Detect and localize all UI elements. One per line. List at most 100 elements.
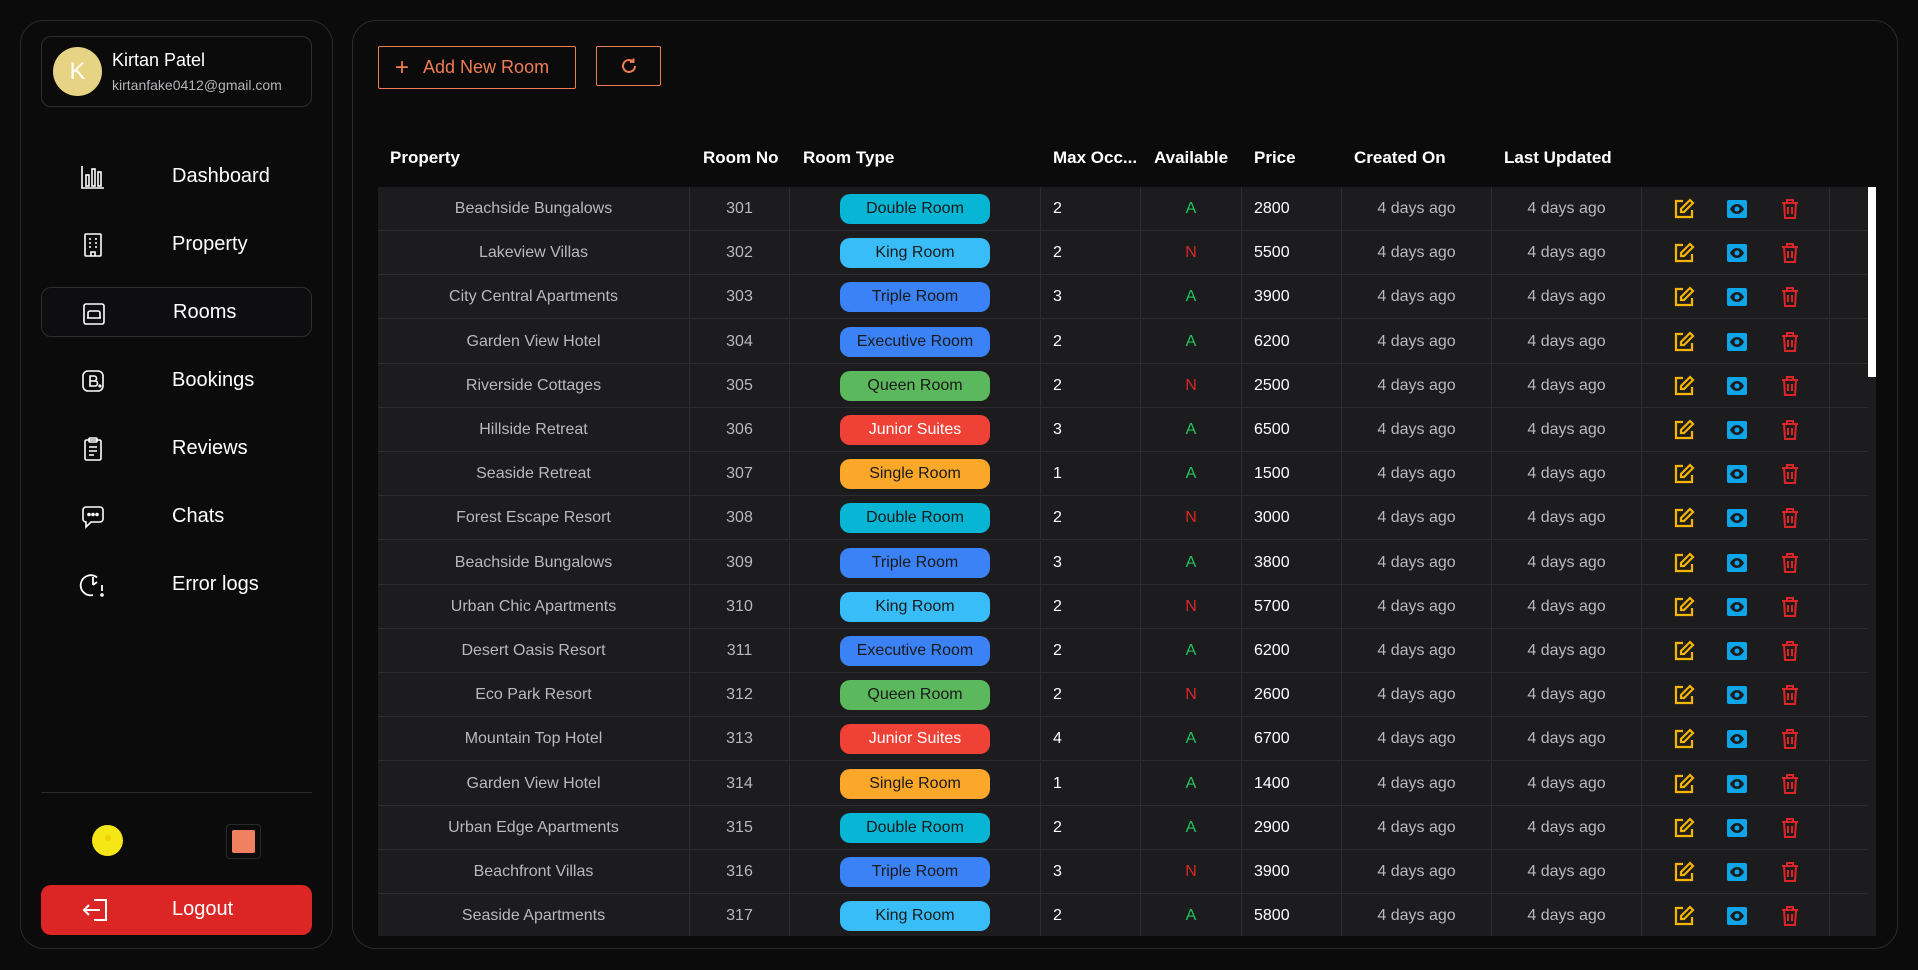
table-row[interactable]: City Central Apartments 303 Triple Room 3 A 3… — [378, 275, 1868, 320]
edit-icon[interactable] — [1672, 683, 1696, 707]
edit-icon[interactable] — [1672, 418, 1696, 442]
edit-icon[interactable] — [1672, 374, 1696, 398]
view-icon[interactable] — [1725, 595, 1749, 619]
edit-icon[interactable] — [1672, 241, 1696, 265]
delete-icon[interactable] — [1778, 418, 1802, 442]
view-icon[interactable] — [1725, 285, 1749, 309]
cell-last-updated: 4 days ago — [1492, 805, 1642, 850]
view-icon[interactable] — [1725, 418, 1749, 442]
delete-icon[interactable] — [1778, 374, 1802, 398]
cell-actions — [1642, 584, 1830, 629]
cell-last-updated: 4 days ago — [1492, 231, 1642, 276]
column-header-created-on[interactable]: Created On — [1354, 148, 1484, 168]
table-row[interactable]: Beachfront Villas 316 Triple Room 3 N 3900 4 d… — [378, 850, 1868, 894]
delete-icon[interactable] — [1778, 241, 1802, 265]
delete-icon[interactable] — [1778, 772, 1802, 796]
edit-icon[interactable] — [1672, 727, 1696, 751]
column-header-room-type[interactable]: Room Type — [803, 148, 1003, 168]
cell-property: Urban Edge Apartments — [378, 805, 690, 850]
edit-icon[interactable] — [1672, 462, 1696, 486]
delete-icon[interactable] — [1778, 904, 1802, 928]
logout-button[interactable]: Logout — [41, 885, 312, 935]
view-icon[interactable] — [1725, 551, 1749, 575]
table-row[interactable]: Beachside Bungalows 301 Double Room 2 A 2800 4… — [378, 187, 1868, 231]
table-row[interactable]: Garden View Hotel 314 Single Room 1 A 1400 4 d… — [378, 761, 1868, 806]
edit-icon[interactable] — [1672, 639, 1696, 663]
sidebar-item-dashboard[interactable]: Dashboard — [41, 151, 312, 201]
delete-icon[interactable] — [1778, 285, 1802, 309]
view-icon[interactable] — [1725, 683, 1749, 707]
sidebar-item-property[interactable]: Property — [41, 219, 312, 269]
table-row[interactable]: Hillside Retreat 306 Junior Suites 3 A 6500 4 … — [378, 408, 1868, 452]
delete-icon[interactable] — [1778, 551, 1802, 575]
column-header-last-updated[interactable]: Last Updated — [1504, 148, 1634, 168]
view-icon[interactable] — [1725, 506, 1749, 530]
add-new-room-button[interactable]: + Add New Room — [378, 46, 576, 89]
scrollbar-thumb[interactable] — [1868, 187, 1876, 377]
table-row[interactable]: Seaside Retreat 307 Single Room 1 A 1500 4 day… — [378, 452, 1868, 497]
view-icon[interactable] — [1725, 330, 1749, 354]
view-icon[interactable] — [1725, 727, 1749, 751]
view-icon[interactable] — [1725, 772, 1749, 796]
sidebar-item-error-logs[interactable]: Error logs — [41, 559, 312, 609]
table-row[interactable]: Urban Chic Apartments 310 King Room 2 N 5700 4… — [378, 584, 1868, 629]
sidebar-item-rooms[interactable]: Rooms — [41, 287, 312, 337]
edit-icon[interactable] — [1672, 551, 1696, 575]
view-icon[interactable] — [1725, 462, 1749, 486]
user-card[interactable]: K Kirtan Patel kirtanfake0412@gmail.com — [41, 36, 312, 107]
edit-icon[interactable] — [1672, 772, 1696, 796]
delete-icon[interactable] — [1778, 639, 1802, 663]
table-row[interactable]: Desert Oasis Resort 311 Executive Room 2 A 62… — [378, 629, 1868, 673]
delete-icon[interactable] — [1778, 197, 1802, 221]
sidebar-item-reviews[interactable]: Reviews — [41, 423, 312, 473]
table-row[interactable]: Lakeview Villas 302 King Room 2 N 5500 4 days … — [378, 231, 1868, 276]
view-icon[interactable] — [1725, 816, 1749, 840]
table-row[interactable]: Riverside Cottages 305 Queen Room 2 N 2500 4 d… — [378, 363, 1868, 408]
user-email: kirtanfake0412@gmail.com — [112, 77, 282, 93]
table-row[interactable]: Seaside Apartments 317 King Room 2 A 5800 4 da… — [378, 894, 1868, 936]
table-row[interactable]: Forest Escape Resort 308 Double Room 2 N 3000… — [378, 496, 1868, 541]
column-header-available[interactable]: Available — [1154, 148, 1242, 168]
column-header-max-occupancy[interactable]: Max Occ... — [1053, 148, 1139, 168]
edit-icon[interactable] — [1672, 860, 1696, 884]
edit-icon[interactable] — [1672, 595, 1696, 619]
cell-room-type: Queen Room — [790, 673, 1041, 718]
edit-icon[interactable] — [1672, 330, 1696, 354]
clipboard-icon — [84, 437, 102, 461]
cell-available: A — [1141, 894, 1242, 936]
view-icon[interactable] — [1725, 241, 1749, 265]
view-icon[interactable] — [1725, 860, 1749, 884]
view-icon[interactable] — [1725, 904, 1749, 928]
table-row[interactable]: Eco Park Resort 312 Queen Room 2 N 2600 4 days… — [378, 673, 1868, 718]
column-header-price[interactable]: Price — [1254, 148, 1334, 168]
delete-icon[interactable] — [1778, 595, 1802, 619]
column-header-room-no[interactable]: Room No — [703, 148, 793, 168]
theme-color-swatch[interactable] — [226, 824, 261, 859]
edit-icon[interactable] — [1672, 506, 1696, 530]
sun-icon[interactable] — [91, 824, 124, 857]
table-row[interactable]: Garden View Hotel 304 Executive Room 2 A 6200… — [378, 319, 1868, 364]
refresh-button[interactable] — [596, 46, 661, 86]
view-icon[interactable] — [1725, 374, 1749, 398]
delete-icon[interactable] — [1778, 462, 1802, 486]
delete-icon[interactable] — [1778, 816, 1802, 840]
cell-property: Seaside Retreat — [378, 452, 690, 497]
delete-icon[interactable] — [1778, 506, 1802, 530]
edit-icon[interactable] — [1672, 904, 1696, 928]
edit-icon[interactable] — [1672, 197, 1696, 221]
table-row[interactable]: Mountain Top Hotel 313 Junior Suites 4 A 6700… — [378, 717, 1868, 762]
sidebar-item-chats[interactable]: Chats — [41, 491, 312, 541]
view-icon[interactable] — [1725, 197, 1749, 221]
delete-icon[interactable] — [1778, 727, 1802, 751]
delete-icon[interactable] — [1778, 683, 1802, 707]
delete-icon[interactable] — [1778, 330, 1802, 354]
edit-icon[interactable] — [1672, 285, 1696, 309]
sidebar-item-bookings[interactable]: Bookings — [41, 355, 312, 405]
edit-icon[interactable] — [1672, 816, 1696, 840]
view-icon[interactable] — [1725, 639, 1749, 663]
cell-room-type: Single Room — [790, 452, 1041, 497]
table-row[interactable]: Urban Edge Apartments 315 Double Room 2 A 290… — [378, 805, 1868, 850]
delete-icon[interactable] — [1778, 860, 1802, 884]
column-header-property[interactable]: Property — [390, 148, 640, 168]
table-row[interactable]: Beachside Bungalows 309 Triple Room 3 A 3800 4… — [378, 540, 1868, 585]
